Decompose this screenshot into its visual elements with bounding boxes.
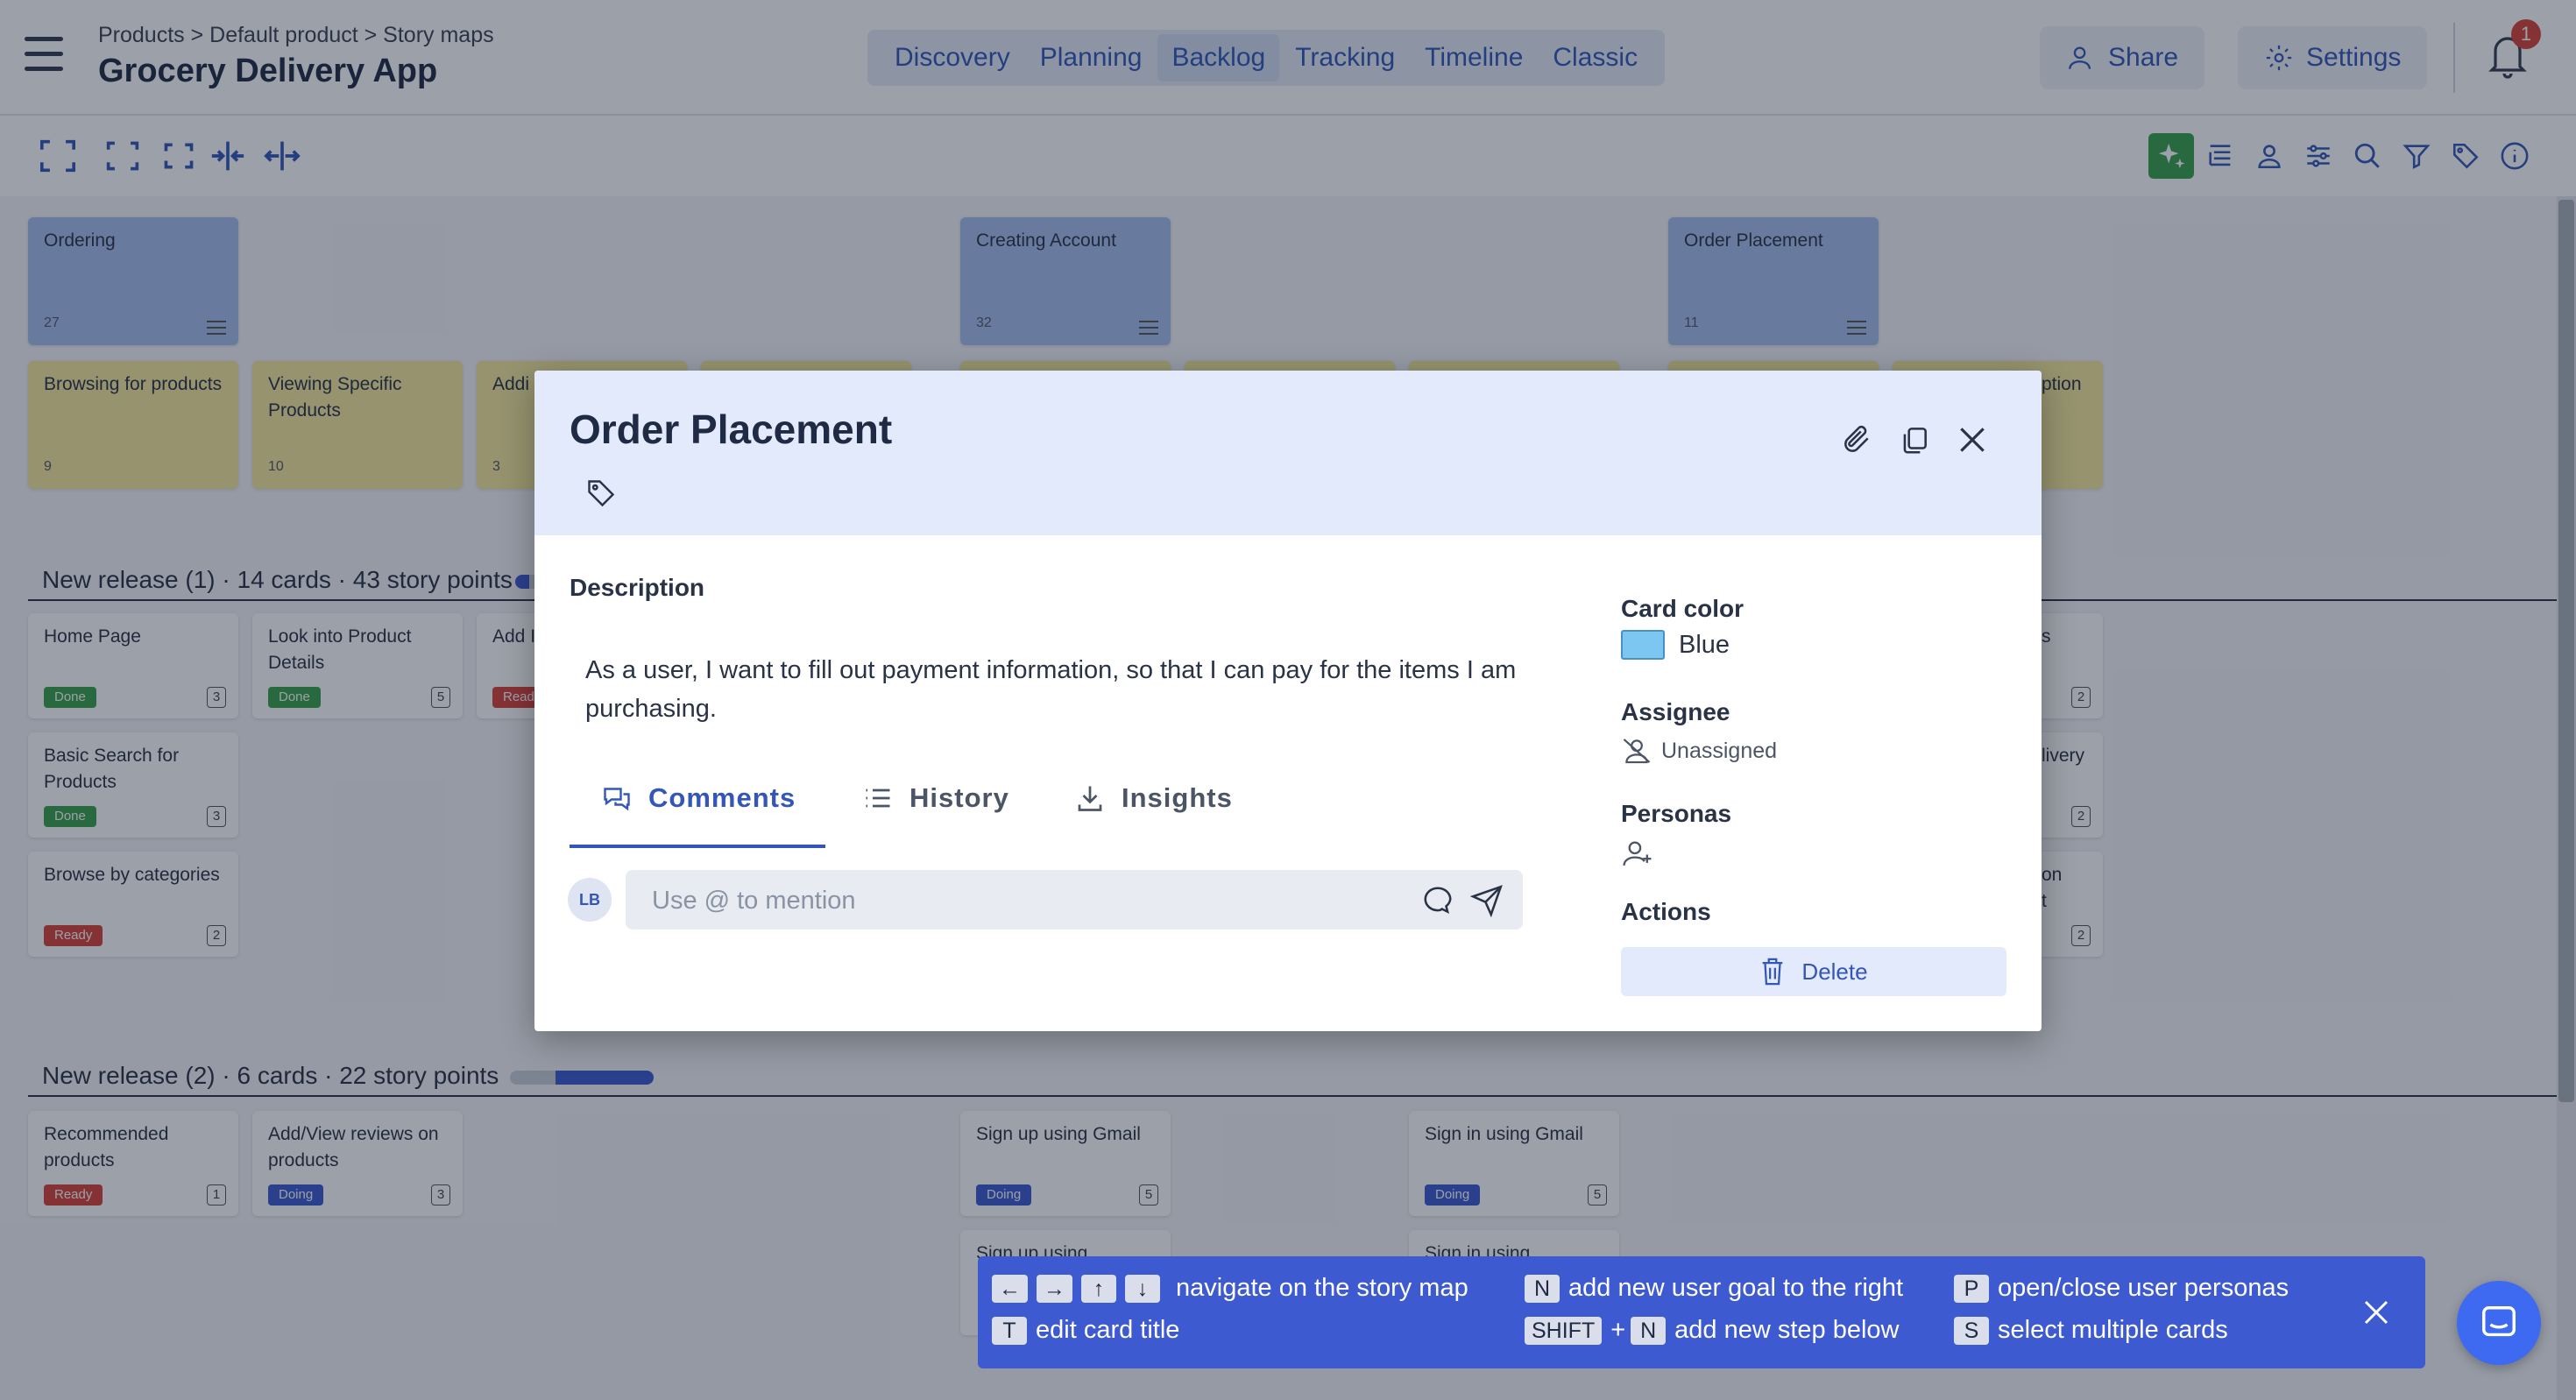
close-icon[interactable] [1956,423,1989,456]
card-color-heading: Card color [1621,595,1744,622]
shortcut-key: N [1631,1316,1667,1345]
tab-label: Insights [1122,782,1233,813]
shortcut-key: T [992,1316,1027,1345]
arrow-up-icon: ↑ [1081,1274,1116,1303]
delete-label: Delete [1801,958,1868,985]
tag-icon[interactable] [585,477,617,509]
color-swatch [1621,630,1665,660]
plus-sign: + [1610,1316,1626,1344]
shortcut-text: add new step below [1674,1316,1900,1344]
chat-support-button[interactable] [2457,1281,2541,1365]
close-icon[interactable] [2360,1297,2392,1328]
assignee-heading: Assignee [1621,698,1730,725]
assignee-value: Unassigned [1661,738,1778,763]
card-color-selector[interactable]: Blue [1621,630,1730,660]
description-text[interactable]: As a user, I want to fill out payment in… [585,651,1558,728]
assignee-selector[interactable]: Unassigned [1621,737,1777,765]
shortcut-key: S [1954,1316,1989,1345]
chat-icon [2482,1306,2516,1337]
shortcut-key: SHIFT [1525,1316,1603,1345]
keyboard-shortcuts-bar: ← → ↑ ↓ navigate on the story map T edit… [978,1256,2425,1368]
modal-header [534,371,2042,535]
paperclip-icon[interactable] [1840,423,1873,456]
trash-icon [1763,958,1783,986]
tab-history[interactable]: History [862,782,1009,814]
arrow-left-icon: ← [992,1274,1028,1303]
unassigned-user-icon [1623,739,1651,764]
shortcut-text: navigate on the story map [1176,1274,1468,1302]
add-persona-icon[interactable] [1621,838,1654,868]
personas-heading: Personas [1621,800,1732,827]
shortcut-key: P [1954,1274,1989,1303]
shortcut-personas: P open/close user personas [1954,1274,2289,1303]
shortcut-key: N [1525,1274,1560,1303]
comment-box [626,870,1523,930]
copy-icon[interactable] [1898,423,1931,456]
list-icon [866,788,890,808]
shortcut-step: SHIFT + N add new step below [1525,1316,1900,1345]
tab-label: History [909,782,1009,813]
shortcut-select: S select multiple cards [1954,1316,2228,1345]
shortcut-text: open/close user personas [1998,1274,2289,1302]
description-heading: Description [570,574,705,601]
active-tab-indicator [570,845,825,848]
actions-heading: Actions [1621,898,1711,925]
shortcut-goal: N add new user goal to the right [1525,1274,1903,1303]
shortcut-edit: T edit card title [992,1316,1179,1345]
emoji-icon[interactable] [1421,884,1454,917]
arrow-right-icon: → [1037,1274,1072,1303]
comment-input[interactable] [650,882,1425,919]
delete-button[interactable]: Delete [1621,947,2006,996]
arrow-down-icon: ↓ [1125,1274,1160,1303]
card-color-value: Blue [1679,630,1730,659]
shortcut-text: edit card title [1036,1316,1180,1344]
shortcut-text: add new user goal to the right [1568,1274,1904,1302]
shortcut-navigate: ← → ↑ ↓ navigate on the story map [992,1274,1468,1303]
shortcut-text: select multiple cards [1998,1316,2228,1344]
chat-bubbles-icon [604,788,630,811]
tab-insights[interactable]: Insights [1074,782,1233,814]
tab-label: Comments [648,782,796,813]
card-detail-modal: Order Placement Description As a user, I… [534,371,2042,1031]
send-icon[interactable] [1470,884,1504,917]
card-title[interactable]: Order Placement [570,406,892,453]
avatar: LB [568,878,612,922]
tab-comments[interactable]: Comments [601,782,796,814]
download-icon [1078,786,1102,811]
